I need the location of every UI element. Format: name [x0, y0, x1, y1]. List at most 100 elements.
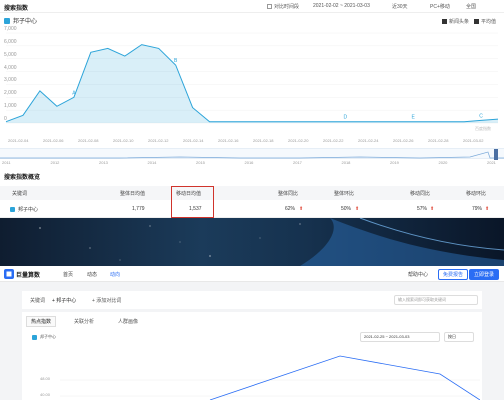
annotation-marker: D	[343, 115, 347, 121]
keyword-label: 关键词	[30, 298, 46, 304]
annotation-marker: E	[412, 115, 416, 121]
granularity-select[interactable]: 按日	[444, 332, 474, 342]
year-tick: 2019	[390, 160, 399, 165]
x-tick: 2021-02-10	[113, 138, 134, 143]
logo-icon	[4, 269, 14, 279]
login-button[interactable]: 立即登录	[469, 269, 500, 280]
x-tick: 2021-02-16	[218, 138, 239, 143]
checkbox-checked-icon	[474, 19, 479, 24]
top-nav: 巨量算数 首页 动态 动向 帮助中心 免费报告 立即登录	[0, 266, 504, 282]
date-range-picker[interactable]: 2021-02-02 ~ 2021-03-03	[313, 3, 370, 9]
header-overall-daily: 整体日均值	[120, 191, 146, 197]
header-overall-mom: 整体环比	[334, 191, 355, 197]
logo-text: 巨量算数	[16, 272, 41, 279]
compare-label: 对比时间段	[274, 4, 300, 10]
panel-legend-item[interactable]: 邦子中心	[32, 334, 56, 340]
search-index-chart[interactable]: ABCD E	[0, 25, 504, 145]
keyword-cell: 邦子中心	[10, 206, 38, 213]
mobile-yoy-value: 57%	[417, 206, 428, 212]
year-tick: 2021	[487, 160, 496, 165]
up-arrow-icon: ⬆	[355, 206, 360, 212]
mean-toggle[interactable]: 平均值	[474, 18, 496, 25]
scroller-handle[interactable]	[494, 149, 498, 160]
checkbox-icon	[267, 4, 272, 9]
header-mobile-mom: 移动环比	[466, 191, 487, 197]
legend-label: 邦子中心	[13, 19, 38, 25]
nav-trends[interactable]: 动态	[87, 271, 97, 278]
tab-hot-index-label: 热点指数	[26, 316, 57, 327]
header-overall-yoy: 整体同比	[278, 191, 299, 197]
overall-daily-value: 1,779	[132, 206, 145, 212]
checkbox-checked-icon	[442, 19, 447, 24]
y-tick: 48.00	[40, 376, 51, 381]
timeline-scroller[interactable]	[0, 148, 504, 160]
header-keyword: 关键词	[12, 191, 28, 197]
help-center-link[interactable]: 帮助中心	[408, 271, 428, 278]
x-tick: 2021-02-14	[183, 138, 204, 143]
compare-toggle[interactable]: 对比时间段	[267, 3, 299, 10]
x-tick: 2021-02-12	[148, 138, 169, 143]
nav-home[interactable]: 首页	[63, 271, 73, 278]
annotation-marker: B	[174, 58, 178, 64]
date-range-input[interactable]: 2021-02-25 ~ 2021-03-03	[360, 332, 440, 342]
add-compare-button[interactable]: + 添加对比词	[92, 297, 121, 304]
legend-item[interactable]: 邦子中心	[4, 16, 37, 25]
up-arrow-icon: ⬆	[485, 206, 490, 212]
overall-mom-value: 50%	[341, 206, 352, 212]
year-tick: 2014	[147, 160, 157, 165]
mobile-mom-value: 79%	[472, 206, 483, 212]
device-select[interactable]: PC+移动	[430, 3, 450, 10]
annotation-marker: C	[479, 113, 483, 119]
x-tick: 2021-02-20	[288, 138, 309, 143]
x-tick: 2021-02-04	[8, 138, 29, 143]
up-arrow-icon: ⬆	[299, 206, 304, 212]
legend-swatch-icon	[32, 334, 37, 340]
keyword-chip[interactable]: + 邦子中心	[52, 297, 76, 304]
trend-line	[209, 355, 480, 400]
highlight-box	[171, 186, 214, 218]
chart-panel: 热点指数 关联分析 人群画像 邦子中心 2021-02-25 ~ 2021-03…	[22, 312, 482, 400]
year-tick: 2015	[196, 160, 205, 165]
table-header-row: 关键词 整体日均值 移动日均值 整体同比 整体环比 移动同比 移动环比	[0, 186, 504, 200]
index-header: 搜索指数 对比时间段 2021-02-02 ~ 2021-03-03 近30天 …	[0, 0, 504, 13]
news-toggle[interactable]: 新闻头条	[442, 18, 469, 25]
keyword-panel: 关键词 + 邦子中心 + 添加对比词 输入搜索词即可获取关键词	[22, 291, 482, 309]
table-row[interactable]: 邦子中心 1,779 1,537 62% ⬆ 50% ⬆ 57% ⬆ 79% ⬆	[0, 200, 504, 218]
x-tick: 2021-02-22	[323, 138, 344, 143]
year-tick: 2016	[244, 160, 254, 165]
year-tick: 2011	[2, 160, 11, 165]
x-tick: 2021-02-24	[358, 138, 379, 143]
tab-hot-index[interactable]: 热点指数	[26, 316, 57, 327]
x-tick: 2021-02-06	[43, 138, 64, 143]
legend-swatch-icon	[4, 17, 10, 24]
search-input[interactable]: 输入搜索词即可获取关键词	[394, 295, 478, 305]
mean-toggle-label: 平均值	[481, 19, 497, 25]
free-reports-button[interactable]: 免费报告	[438, 269, 469, 280]
region-select[interactable]: 全国	[466, 3, 476, 10]
nav-insight[interactable]: 动向	[110, 271, 120, 278]
keyword-swatch-icon	[10, 207, 15, 212]
tab-audience-profile[interactable]: 人群画像	[118, 318, 138, 325]
y-tick: 40.00	[40, 392, 51, 397]
period-select[interactable]: 近30天	[392, 3, 408, 10]
logo[interactable]: 巨量算数	[4, 269, 40, 279]
overall-yoy-value: 62%	[285, 206, 296, 212]
x-tick: 2021-02-18	[253, 138, 274, 143]
x-tick: 2021-02-08	[78, 138, 99, 143]
watermark-text: 百度指数	[475, 126, 491, 131]
panel-legend-label: 邦子中心	[40, 334, 56, 339]
year-tick: 2013	[99, 160, 108, 165]
trend-chart[interactable]	[60, 350, 480, 400]
x-tick: 2021-02-26	[393, 138, 414, 143]
x-tick: 2021-02-28	[428, 138, 449, 143]
year-tick: 2012	[50, 160, 60, 165]
up-arrow-icon: ⬆	[430, 206, 435, 212]
header-mobile-yoy: 移动同比	[410, 191, 431, 197]
x-tick: 2021-03-02	[463, 138, 484, 143]
granularity-text: 按日	[448, 334, 456, 339]
year-tick: 2017	[293, 160, 302, 165]
keyword-text: 邦子中心	[18, 207, 39, 213]
date-range-text: 2021-02-25 ~ 2021-03-03	[364, 334, 410, 339]
tab-related-analysis[interactable]: 关联分析	[74, 318, 94, 325]
banner-art	[39, 218, 504, 266]
